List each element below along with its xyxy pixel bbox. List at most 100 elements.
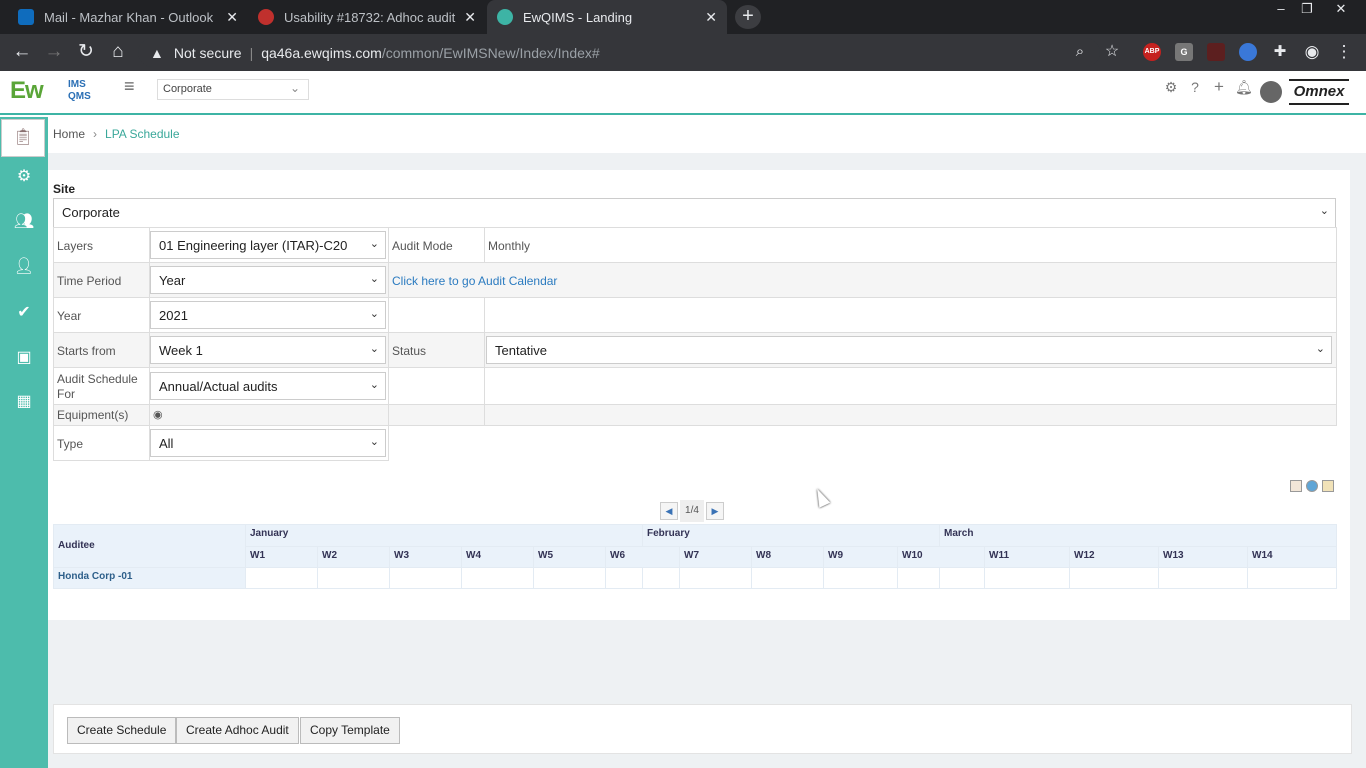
address-bar[interactable]: ▲ Not secure | qa46a.ewqims.com/common/E…: [138, 38, 1100, 67]
next-page-button[interactable]: ▶: [706, 502, 724, 520]
status-cell: Tentative ⌄: [484, 332, 1337, 368]
empty-cell: [484, 367, 1337, 405]
prev-page-button[interactable]: ◀: [660, 502, 678, 520]
schedule-cell[interactable]: [679, 567, 752, 589]
chevron-down-icon: ⌄: [369, 238, 379, 250]
star-icon[interactable]: ☆: [1098, 34, 1126, 71]
chrome-extension-icon[interactable]: [1239, 43, 1257, 61]
schedule-cell[interactable]: [245, 567, 318, 589]
chevron-down-icon: ⌄: [369, 273, 379, 285]
schedule-cell[interactable]: [533, 567, 606, 589]
status-select[interactable]: Tentative ⌄: [486, 336, 1332, 364]
reload-icon[interactable]: ↻: [72, 34, 100, 71]
year-select[interactable]: 2021 ⌄: [150, 301, 386, 329]
close-icon[interactable]: ✕: [705, 9, 717, 26]
sidebar-item-lpa[interactable]: 📋︎: [1, 119, 45, 157]
layers-select[interactable]: 01 Engineering layer (ITAR)-C20 ⌄: [150, 231, 386, 259]
breadcrumb-home[interactable]: Home: [53, 127, 85, 141]
copy-template-button[interactable]: Copy Template: [300, 717, 400, 744]
calendar-cell: Click here to go Audit Calendar: [388, 262, 1337, 298]
audit-mode-label: Audit Mode: [388, 227, 485, 263]
tab-redmine[interactable]: Usability #18732: Adhoc audit sc ✕: [248, 0, 486, 34]
chevron-down-icon: ⌄: [369, 308, 379, 320]
back-icon[interactable]: ←: [8, 34, 36, 71]
time-period-label: Time Period: [53, 262, 150, 298]
gear-icon[interactable]: ⚙: [1163, 79, 1179, 95]
schedule-cell[interactable]: [984, 567, 1070, 589]
type-select[interactable]: All ⌄: [150, 429, 386, 457]
grid-export-icon[interactable]: [1322, 480, 1334, 492]
zoom-icon[interactable]: ⌕: [1066, 34, 1094, 71]
url-domain: qa46a.ewqims.com: [261, 44, 382, 61]
create-schedule-button[interactable]: Create Schedule: [67, 717, 177, 744]
menu-kebab-icon[interactable]: ⋮: [1330, 34, 1358, 71]
site-switch-select[interactable]: Corporate ⌄: [157, 79, 309, 100]
home-icon[interactable]: ⌂: [104, 34, 132, 71]
hamburger-menu-icon[interactable]: ≡: [124, 76, 135, 97]
sidebar-item-settings[interactable]: ⚙: [0, 159, 48, 195]
profile-icon[interactable]: ◉: [1298, 34, 1326, 71]
site-select[interactable]: Corporate ⌄: [53, 198, 1336, 228]
sidebar-item-user-settings[interactable]: 👤︎: [0, 249, 48, 285]
grammar-icon[interactable]: G: [1175, 43, 1193, 61]
close-icon[interactable]: ✕: [226, 9, 238, 26]
add-icon[interactable]: +: [1211, 78, 1227, 95]
forward-icon[interactable]: →: [40, 34, 68, 71]
sidebar-item-groups[interactable]: 👥︎: [0, 204, 48, 240]
time-period-select[interactable]: Year ⌄: [150, 266, 386, 294]
schedule-cell[interactable]: [642, 567, 680, 589]
schedule-cell[interactable]: [939, 567, 985, 589]
schedule-cell[interactable]: [1158, 567, 1248, 589]
clipboard-icon: 📋︎: [12, 129, 34, 146]
chevron-down-icon: ⌄: [1315, 343, 1325, 355]
user-check-icon: ✔: [17, 304, 31, 321]
auditee-header: Auditee: [53, 524, 246, 568]
equipment-picker-icon[interactable]: ◉: [153, 409, 163, 421]
schedule-cell[interactable]: [823, 567, 898, 589]
close-window-icon[interactable]: ✕: [1326, 0, 1356, 20]
schedule-cell[interactable]: [1247, 567, 1337, 589]
page-number: 1/4: [680, 500, 704, 522]
year-label: Year: [53, 297, 150, 333]
calendar-export-icon[interactable]: [1290, 480, 1302, 492]
sidebar-item-training[interactable]: ▣: [0, 340, 48, 376]
action-bar: Create Schedule Create Adhoc Audit Copy …: [53, 704, 1352, 754]
schedule-cell[interactable]: [605, 567, 643, 589]
browser-toolbar: ← → ↻ ⌂ ▲ Not secure | qa46a.ewqims.com /…: [0, 34, 1366, 71]
restore-icon[interactable]: ❐: [1292, 0, 1322, 20]
chevron-down-icon: ⌄: [369, 343, 379, 355]
schedule-cell[interactable]: [461, 567, 534, 589]
week-header: W9: [823, 546, 898, 568]
audit-calendar-link[interactable]: Click here to go Audit Calendar: [392, 274, 557, 288]
tab-outlook[interactable]: Mail - Mazhar Khan - Outlook ✕: [8, 0, 248, 34]
not-secure-label: Not secure: [173, 44, 242, 61]
sidebar-item-building[interactable]: ▦: [0, 384, 48, 420]
schedule-cell[interactable]: [897, 567, 940, 589]
close-icon[interactable]: ✕: [464, 9, 476, 26]
puzzle-icon[interactable]: ✚: [1266, 34, 1294, 71]
ewqims-logo[interactable]: Ew IMS QMS: [10, 77, 91, 105]
schedule-cell[interactable]: [1069, 567, 1159, 589]
help-icon[interactable]: ?: [1187, 79, 1203, 95]
schedule-for-select[interactable]: Annual/Actual audits ⌄: [150, 372, 386, 400]
schedule-cell[interactable]: [751, 567, 824, 589]
schedule-for-cell: Annual/Actual audits ⌄: [149, 367, 389, 405]
browser-tab-strip: Mail - Mazhar Khan - Outlook ✕ Usability…: [0, 0, 1366, 34]
starts-from-select[interactable]: Week 1 ⌄: [150, 336, 386, 364]
url-path: /common/EwIMSNew/Index/Index#: [381, 44, 600, 61]
equipment-label: Equipment(s): [53, 404, 150, 426]
create-adhoc-audit-button[interactable]: Create Adhoc Audit: [176, 717, 299, 744]
time-period-cell: Year ⌄: [149, 262, 389, 298]
adblock-icon[interactable]: ABP: [1143, 43, 1161, 61]
tab-ewqims[interactable]: EwQIMS - Landing ✕: [487, 0, 727, 34]
pdf-extension-icon[interactable]: [1207, 43, 1225, 61]
avatar[interactable]: [1260, 81, 1282, 103]
globe-icon[interactable]: [1306, 480, 1318, 492]
auditee-cell: Honda Corp -01: [53, 567, 246, 589]
schedule-cell[interactable]: [389, 567, 462, 589]
new-tab-button[interactable]: +: [735, 5, 761, 29]
bell-icon[interactable]: 🔔︎: [1235, 79, 1253, 95]
chevron-down-icon: ⌄: [369, 379, 379, 391]
schedule-cell[interactable]: [317, 567, 390, 589]
sidebar-item-user-check[interactable]: ✔: [0, 295, 48, 331]
